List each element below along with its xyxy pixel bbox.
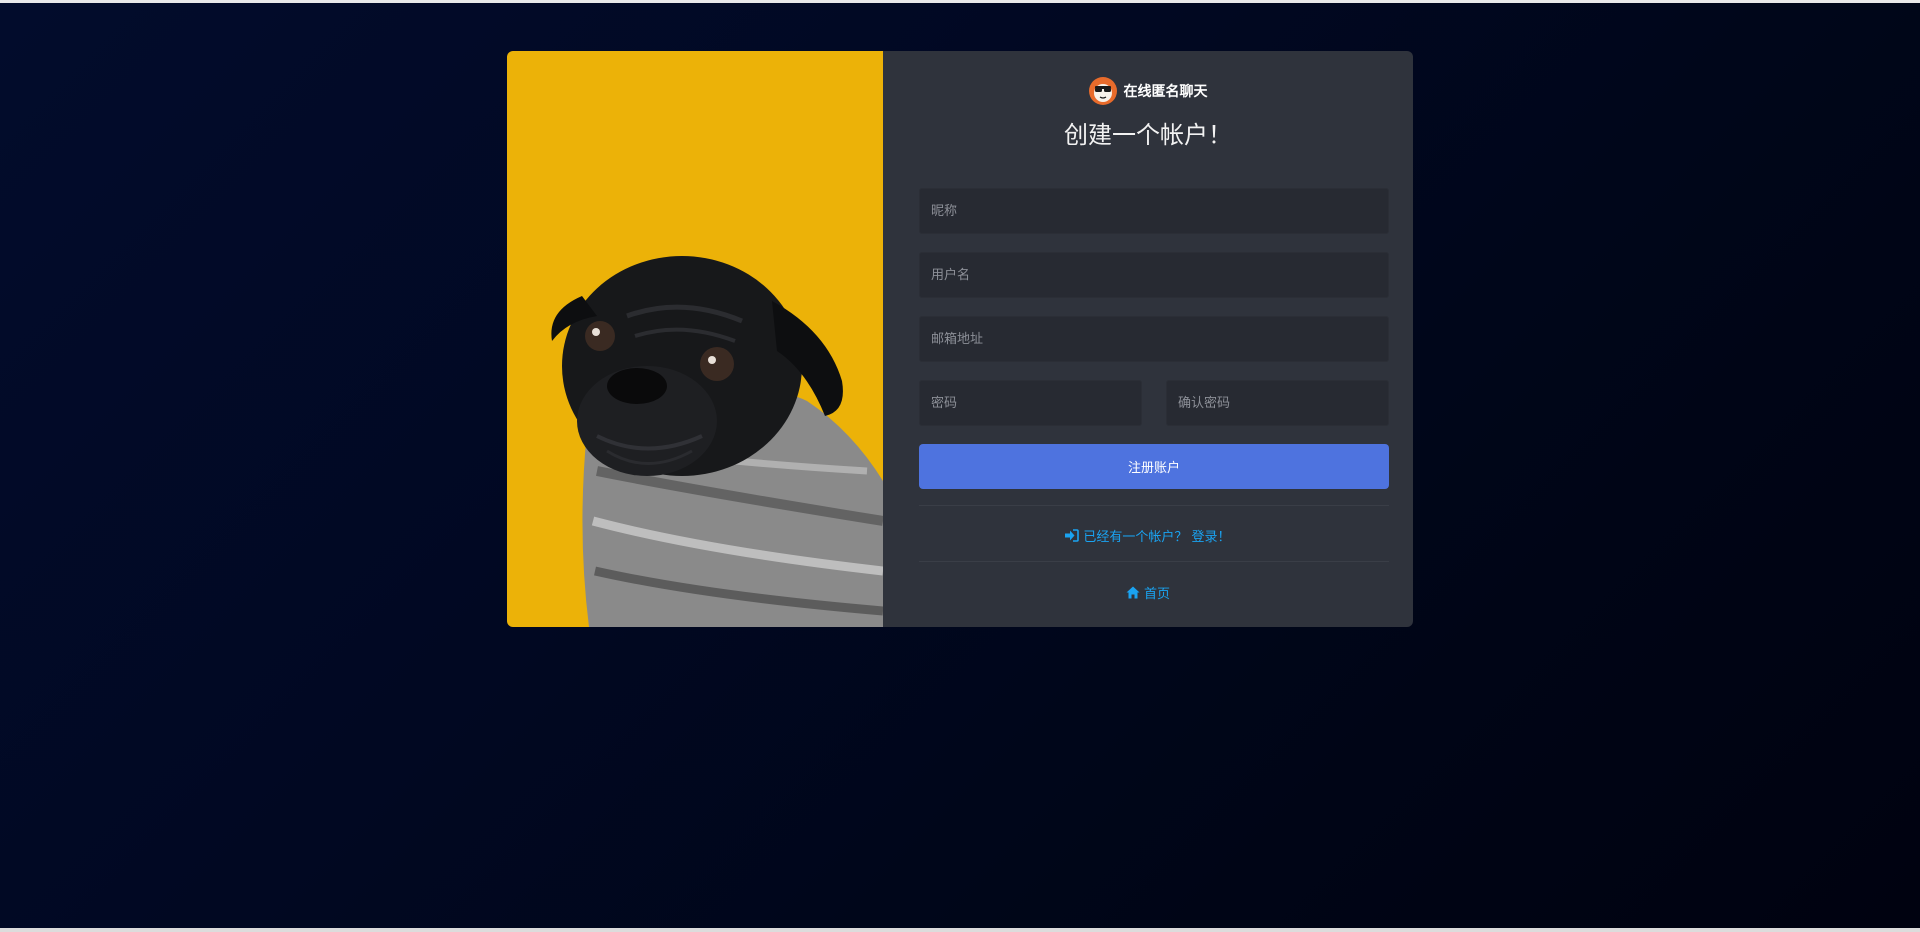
page-title: 创建一个帐户！ — [1064, 121, 1232, 149]
home-link[interactable]: 首页 — [883, 583, 1413, 602]
register-card: 在线匿名聊天 创建一个帐户！ 注册账户 已经有一个帐户？ 登录！ 首页 — [507, 51, 1413, 627]
confirm-password-input[interactable] — [1166, 380, 1389, 426]
home-link-label: 首页 — [1143, 587, 1170, 602]
password-input[interactable] — [919, 380, 1142, 426]
register-button[interactable]: 注册账户 — [919, 444, 1389, 489]
sign-in-icon — [1065, 529, 1080, 542]
home-icon — [1126, 586, 1140, 599]
login-link[interactable]: 已经有一个帐户？ 登录！ — [883, 526, 1413, 545]
brand-name: 在线匿名聊天 — [1123, 84, 1208, 100]
pug-illustration — [551, 256, 883, 627]
email-input[interactable] — [919, 316, 1389, 362]
divider — [919, 561, 1389, 562]
register-form-panel: 在线匿名聊天 创建一个帐户！ 注册账户 已经有一个帐户？ 登录！ 首页 — [883, 51, 1413, 627]
browser-top-edge — [0, 0, 1920, 3]
username-input[interactable] — [919, 252, 1389, 298]
login-link-label: 已经有一个帐户？ 登录！ — [1083, 530, 1231, 545]
brand[interactable]: 在线匿名聊天 — [883, 77, 1413, 105]
bottom-strip — [0, 928, 1920, 932]
nickname-input[interactable] — [919, 188, 1389, 234]
divider — [919, 505, 1389, 506]
sunglasses-avatar-icon — [1088, 77, 1117, 105]
pug-photo — [507, 51, 883, 627]
